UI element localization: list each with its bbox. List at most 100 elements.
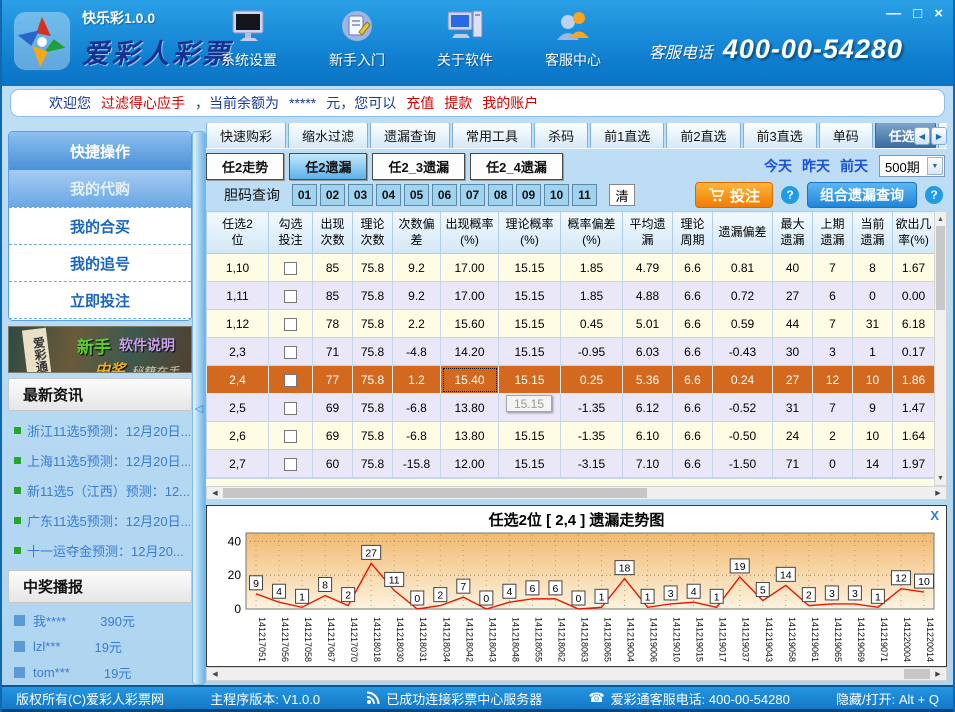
bet-checkbox[interactable] bbox=[284, 290, 297, 303]
subtab-任2遗漏[interactable]: 任2遗漏 bbox=[289, 153, 367, 180]
chart-horizontal-scrollbar[interactable]: ◀ ▶ bbox=[206, 667, 947, 681]
news-item[interactable]: 上海11选5预测：12月20日... bbox=[14, 445, 190, 475]
sidebar-item-立即投注[interactable]: 立即投注 bbox=[9, 281, 191, 318]
danma-number-07[interactable]: 07 bbox=[460, 184, 485, 206]
ad-badge3: 中奖 bbox=[95, 359, 125, 373]
beginner-guide-button[interactable]: 新手入门 bbox=[320, 8, 394, 70]
subtab-任2_4遗漏[interactable]: 任2_4遗漏 bbox=[470, 153, 563, 180]
value-cell: 75.8 bbox=[353, 394, 393, 422]
right-arrow-icon[interactable]: ▶ bbox=[930, 668, 946, 680]
date-link-前天[interactable]: 前天 bbox=[840, 156, 868, 176]
withdraw-link[interactable]: 提款 bbox=[444, 93, 472, 113]
maximize-icon[interactable]: □ bbox=[913, 6, 922, 22]
news-item[interactable]: 浙江11选5预测：12月20日... bbox=[14, 415, 190, 445]
customer-service-button[interactable]: 客服中心 bbox=[536, 8, 610, 70]
news-item[interactable]: 新11选5（江西）预测：12... bbox=[14, 475, 190, 505]
column-header: 次数偏 差 bbox=[393, 212, 441, 254]
sidebar-item-我的合买[interactable]: 我的合买 bbox=[9, 207, 191, 244]
period-select[interactable]: 500期 ▼ bbox=[879, 155, 945, 177]
bet-button[interactable]: 投注 bbox=[695, 182, 773, 208]
table-row[interactable]: 2,47775.81.215.4015.150.255.366.60.24271… bbox=[207, 366, 935, 394]
about-software-button[interactable]: 关于软件 bbox=[428, 8, 502, 70]
chart-close-icon[interactable]: X bbox=[930, 508, 939, 523]
bet-checkbox[interactable] bbox=[284, 318, 297, 331]
clear-button[interactable]: 清 bbox=[609, 184, 635, 206]
danma-number-05[interactable]: 05 bbox=[404, 184, 429, 206]
dropdown-arrow-icon[interactable]: ▼ bbox=[927, 157, 943, 175]
danma-number-06[interactable]: 06 bbox=[432, 184, 457, 206]
table-row[interactable]: 2,56975.8-6.813.8015.15-1.356.126.6-0.52… bbox=[207, 394, 935, 422]
date-link-昨天[interactable]: 昨天 bbox=[802, 156, 830, 176]
date-link-今天[interactable]: 今天 bbox=[764, 156, 792, 176]
value-cell: 71 bbox=[773, 450, 813, 478]
tab-遗漏查询[interactable]: 遗漏查询 bbox=[370, 123, 450, 148]
bet-checkbox[interactable] bbox=[284, 346, 297, 359]
tab-单码[interactable]: 单码 bbox=[819, 123, 873, 148]
left-arrow-icon[interactable]: ◀ bbox=[207, 487, 223, 499]
close-icon[interactable]: × bbox=[934, 6, 943, 22]
sidebar-item-发起合买[interactable]: 发起合买 bbox=[9, 318, 191, 321]
left-arrow-icon[interactable]: ◀ bbox=[207, 668, 223, 680]
bet-checkbox[interactable] bbox=[284, 402, 297, 415]
tab-前2直选[interactable]: 前2直选 bbox=[666, 123, 740, 148]
horizontal-scroll-thumb[interactable] bbox=[223, 488, 647, 498]
bet-checkbox[interactable] bbox=[284, 458, 297, 471]
table-row[interactable]: 1,108575.89.217.0015.151.854.796.60.8140… bbox=[207, 254, 935, 282]
table-horizontal-scrollbar[interactable]: ◀ ▶ bbox=[206, 486, 947, 500]
value-cell: 12 bbox=[813, 366, 853, 394]
checkbox-cell bbox=[269, 366, 313, 394]
table-row[interactable]: 2,76075.8-15.812.0015.15-3.157.106.6-1.5… bbox=[207, 450, 935, 478]
svg-text:141219043: 141219043 bbox=[763, 617, 773, 662]
tab-缩水过滤[interactable]: 缩水过滤 bbox=[288, 123, 368, 148]
collapse-arrow-icon[interactable]: ◁ bbox=[195, 402, 203, 415]
sidebar-item-我的追号[interactable]: 我的追号 bbox=[9, 244, 191, 281]
table-row[interactable]: 1,127875.82.215.6015.150.455.016.60.5944… bbox=[207, 310, 935, 338]
winners-header: 中奖播报 bbox=[8, 570, 192, 603]
ad-banner[interactable]: 爱彩通 新手 软件说明 中奖 秘籍在手 bbox=[8, 326, 192, 373]
right-arrow-icon[interactable]: ▶ bbox=[930, 487, 946, 499]
recharge-link[interactable]: 充值 bbox=[406, 93, 434, 113]
table-row[interactable]: 2,66975.8-6.813.8015.15-1.356.106.6-0.50… bbox=[207, 422, 935, 450]
combo-omission-button[interactable]: 组合遗漏查询 bbox=[807, 182, 917, 208]
minimize-icon[interactable]: — bbox=[886, 6, 901, 22]
vertical-scroll-thumb[interactable] bbox=[936, 226, 945, 310]
username-link[interactable]: 过滤得心应手 bbox=[101, 93, 185, 113]
my-account-link[interactable]: 我的账户 bbox=[482, 93, 538, 113]
sidebar-splitter[interactable]: ◁ bbox=[192, 131, 206, 685]
checkbox-cell bbox=[269, 310, 313, 338]
danma-number-01[interactable]: 01 bbox=[292, 184, 317, 206]
up-arrow-icon[interactable]: ▲ bbox=[935, 212, 946, 226]
table-row[interactable]: 1,118575.89.217.0015.151.854.886.60.7227… bbox=[207, 282, 935, 310]
combo-help-icon[interactable]: ? bbox=[925, 186, 943, 204]
bet-checkbox[interactable] bbox=[284, 374, 297, 387]
chart-scroll-thumb[interactable] bbox=[904, 669, 930, 679]
sidebar-item-我的代购[interactable]: 我的代购 bbox=[9, 170, 191, 207]
table-vertical-scrollbar[interactable]: ▲ ▼ bbox=[934, 211, 947, 486]
tab-前3直选[interactable]: 前3直选 bbox=[743, 123, 817, 148]
news-item[interactable]: 广东11选5预测：12月20日... bbox=[14, 505, 190, 535]
news-item[interactable]: 十一运夺金预测：12月20... bbox=[14, 535, 190, 565]
danma-number-11[interactable]: 11 bbox=[572, 184, 597, 206]
tab-前1直选[interactable]: 前1直选 bbox=[590, 123, 664, 148]
danma-number-02[interactable]: 02 bbox=[320, 184, 345, 206]
tab-scroll-left-icon[interactable]: ◀ bbox=[914, 127, 930, 145]
system-settings-button[interactable]: 系统设置 bbox=[212, 8, 286, 70]
bet-help-icon[interactable]: ? bbox=[781, 186, 799, 204]
tab-scroll-right-icon[interactable]: ▶ bbox=[931, 127, 947, 145]
danma-number-08[interactable]: 08 bbox=[488, 184, 513, 206]
svg-text:10: 10 bbox=[918, 576, 930, 588]
down-arrow-icon[interactable]: ▼ bbox=[935, 471, 946, 485]
danma-number-10[interactable]: 10 bbox=[544, 184, 569, 206]
tab-杀码[interactable]: 杀码 bbox=[534, 123, 588, 148]
danma-number-04[interactable]: 04 bbox=[376, 184, 401, 206]
table-row[interactable]: 2,37175.8-4.814.2015.15-0.956.036.6-0.43… bbox=[207, 338, 935, 366]
tab-快速购彩[interactable]: 快速购彩 bbox=[206, 123, 286, 148]
danma-number-09[interactable]: 09 bbox=[516, 184, 541, 206]
bet-checkbox[interactable] bbox=[284, 262, 297, 275]
subtab-任2走势[interactable]: 任2走势 bbox=[206, 153, 284, 180]
subtab-任2_3遗漏[interactable]: 任2_3遗漏 bbox=[372, 153, 465, 180]
danma-number-03[interactable]: 03 bbox=[348, 184, 373, 206]
bet-checkbox[interactable] bbox=[284, 430, 297, 443]
value-cell: 1.86 bbox=[893, 366, 935, 394]
tab-常用工具[interactable]: 常用工具 bbox=[452, 123, 532, 148]
